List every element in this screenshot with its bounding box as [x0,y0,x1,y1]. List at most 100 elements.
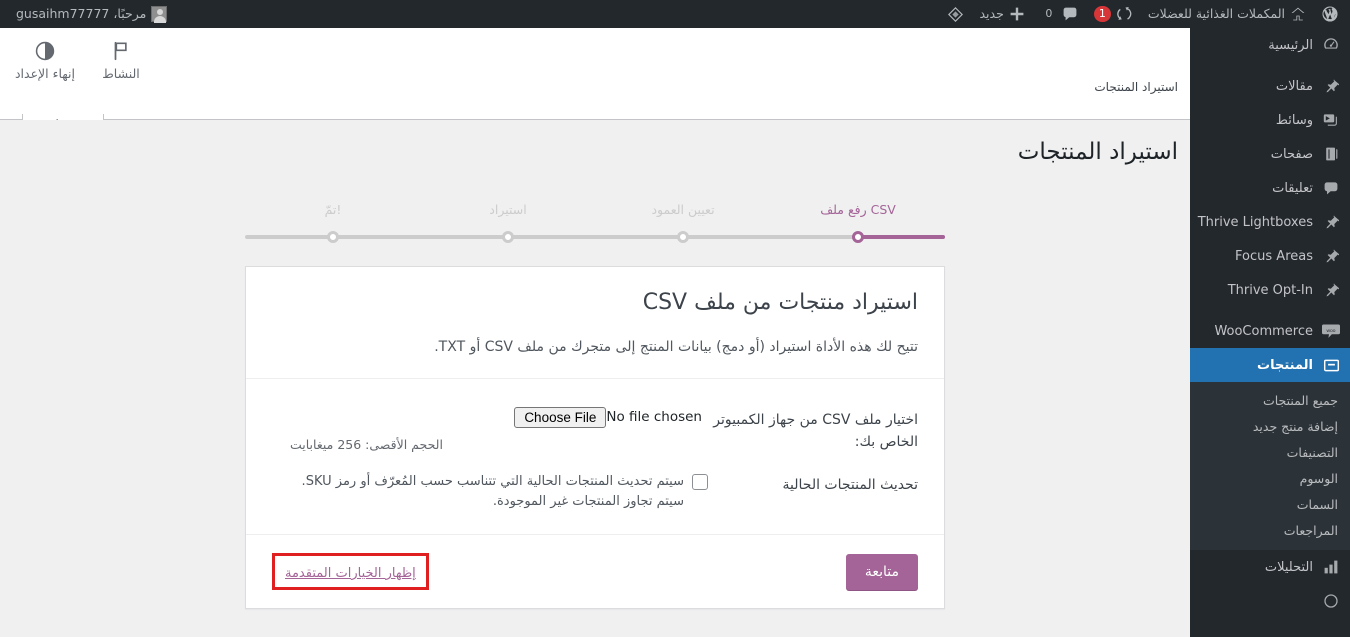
breadcrumb-bar: استيراد المنتجات [670,28,1190,120]
dashboard-icon [1321,35,1341,55]
admin-bar-greeting: مرحبًا، gusaihm77777 [16,0,146,28]
file-input-control[interactable]: Choose FileNo file chosen [290,407,708,428]
admin-bar: المكملات الغذائية للعضلات 1 0 جديد [0,0,1350,28]
sidebar-item-label: التحليلات [1198,560,1313,575]
pin-icon [1321,246,1341,266]
sidebar-item-thrive-lightboxes[interactable]: Thrive Lightboxes [1190,205,1350,239]
stepper-track [245,235,945,239]
continue-button[interactable]: متابعة [846,554,918,590]
csv-importer-card: استيراد منتجات من ملف CSV تتيح لك هذه ال… [245,266,945,609]
contrast-circle-icon [34,40,56,62]
stepper-dot-done [327,231,339,243]
sidebar-item-dashboard[interactable]: الرئيسية [1190,28,1350,62]
sidebar-item-label: وسائط [1198,113,1313,128]
home-icon [1290,6,1306,22]
user-avatar-icon [151,6,167,22]
import-progress-stepper: رفع ملف CSV تعيين العمود استيراد تمّ! [245,202,945,252]
stepper-labels: رفع ملف CSV تعيين العمود استيراد تمّ! [245,202,945,224]
pages-icon [1321,144,1341,164]
admin-bar-updates[interactable]: 1 [1086,0,1140,28]
admin-bar-wp-logo[interactable] [1314,0,1346,28]
admin-content-area: إنهاء الإعداد النشاط مساعدة استيراد المن… [0,28,1190,637]
submenu-item-reviews[interactable]: المراجعات [1190,518,1350,544]
sidebar-item-label: Thrive Lightboxes [1198,215,1313,230]
update-existing-label: تحديث المنتجات الحالية [708,472,918,512]
thrive-diamond-icon [948,6,964,22]
sidebar-separator [1190,62,1350,69]
sidebar-item-media[interactable]: وسائط [1190,103,1350,137]
admin-bar-account-group: مرحبًا، gusaihm77777 [0,0,175,28]
screen-meta-tab-label: النشاط [102,66,140,81]
admin-bar-site-title: المكملات الغذائية للعضلات [1148,0,1285,28]
media-icon [1321,110,1341,130]
products-submenu: جميع المنتجات إضافة منتج جديد التصنيفات … [1190,382,1350,550]
admin-bar-comments[interactable]: 0 [1033,0,1086,28]
sidebar-item-label: مقالات [1198,79,1313,94]
update-existing-checkbox[interactable] [692,474,708,490]
submenu-item-all-products[interactable]: جميع المنتجات [1190,388,1350,414]
comment-bubble-icon [1321,178,1341,198]
updates-count-badge: 1 [1094,6,1111,22]
page-title: استيراد المنتجات [0,120,1190,168]
stepper-label-import: استيراد [489,202,526,217]
stepper-label-column-mapping: تعيين العمود [651,202,714,217]
update-existing-field: سيتم تحديث المنتجات الحالية التي تتناسب … [272,472,708,512]
sidebar-item-pages[interactable]: صفحات [1190,137,1350,171]
sidebar-item-woocommerce[interactable]: woo WooCommerce [1190,314,1350,348]
stepper-track-fill [858,235,945,239]
update-existing-checkbox-line: سيتم تحديث المنتجات الحالية التي تتناسب … [290,472,708,512]
max-size-hint: الحجم الأقصى: 256 ميغابايت [290,437,708,452]
breadcrumb: استيراد المنتجات [1094,80,1178,94]
choose-file-button[interactable]: Choose File [514,407,606,428]
sidebar-item-label: Focus Areas [1198,249,1313,264]
no-file-chosen-text: No file chosen [606,409,702,425]
submenu-item-attributes[interactable]: السمات [1190,492,1350,518]
sidebar-item-partial-next[interactable] [1190,584,1350,618]
sidebar-item-label: المنتجات [1198,358,1313,373]
admin-bar-left-group: المكملات الغذائية للعضلات 1 0 جديد [940,0,1350,28]
card-heading: استيراد منتجات من ملف CSV [272,289,918,318]
file-upload-label: اختيار ملف CSV من جهاز الكمبيوتر الخاص ب… [708,407,918,454]
card-description: تتيح لك هذه الأداة استيراد (أو دمج) بيان… [272,336,918,358]
show-advanced-options-link[interactable]: إظهار الخيارات المتقدمة [285,566,416,581]
sidebar-item-products[interactable]: المنتجات [1190,348,1350,382]
stepper-dot-upload-csv[interactable] [852,231,864,243]
admin-bar-my-account[interactable]: مرحبًا، gusaihm77777 [8,0,175,28]
sidebar-item-thrive-optin[interactable]: Thrive Opt-In [1190,273,1350,307]
admin-bar-thrive[interactable] [940,0,972,28]
admin-bar-site-name[interactable]: المكملات الغذائية للعضلات [1140,0,1314,28]
pin-icon [1321,280,1341,300]
sidebar-item-posts[interactable]: مقالات [1190,69,1350,103]
analytics-bars-icon [1321,557,1341,577]
wordpress-logo-icon [1322,6,1338,22]
admin-sidebar-menu: الرئيسية مقالات وسائط صفحات تعليقات Thri… [1190,28,1350,637]
sidebar-item-comments[interactable]: تعليقات [1190,171,1350,205]
stepper-dot-import [502,231,514,243]
comment-bubble-icon [1062,6,1078,22]
stepper-dot-column-mapping [677,231,689,243]
flag-icon [110,40,132,62]
stepper-label-upload-csv[interactable]: رفع ملف CSV [820,202,896,217]
submenu-item-add-new-product[interactable]: إضافة منتج جديد [1190,414,1350,440]
sidebar-item-label: تعليقات [1198,181,1313,196]
admin-bar-new-content[interactable]: جديد [972,0,1033,28]
sidebar-item-label: صفحات [1198,147,1313,162]
advanced-options-highlight: إظهار الخيارات المتقدمة [272,553,429,590]
card-form-rows: اختيار ملف CSV من جهاز الكمبيوتر الخاص ب… [246,379,944,608]
sidebar-item-analytics[interactable]: التحليلات [1190,550,1350,584]
sidebar-item-focus-areas[interactable]: Focus Areas [1190,239,1350,273]
sidebar-item-label: Thrive Opt-In [1198,283,1313,298]
screen-meta-tabs: إنهاء الإعداد النشاط [8,32,158,86]
comments-count-badge: 0 [1041,6,1057,22]
screen-meta-tab-label: إنهاء الإعداد [15,66,75,81]
form-row-file-upload: اختيار ملف CSV من جهاز الكمبيوتر الخاص ب… [246,383,944,454]
submenu-item-categories[interactable]: التصنيفات [1190,440,1350,466]
form-row-update-existing: تحديث المنتجات الحالية سيتم تحديث المنتج… [246,454,944,512]
update-existing-description: سيتم تحديث المنتجات الحالية التي تتناسب … [290,472,684,512]
submenu-item-tags[interactable]: الوسوم [1190,466,1350,492]
screen-meta-tab-finish-setup[interactable]: إنهاء الإعداد [8,32,82,86]
sidebar-item-label: الرئيسية [1198,38,1313,53]
stepper-label-done: تمّ! [325,202,342,217]
woo-icon: woo [1321,321,1341,341]
screen-meta-tab-activity[interactable]: النشاط [84,32,158,86]
